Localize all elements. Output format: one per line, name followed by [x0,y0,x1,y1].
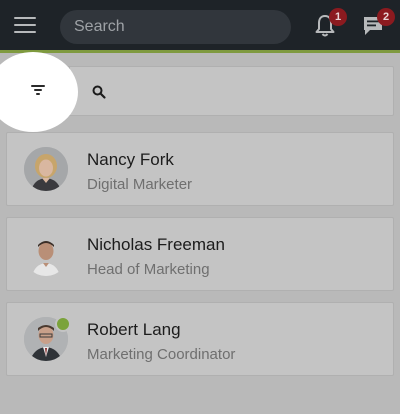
messages-button[interactable]: 2 [361,8,395,42]
filter-icon [31,85,45,95]
filter-button[interactable] [0,52,78,132]
contact-name: Robert Lang [87,320,181,339]
contact-card[interactable]: Robert Lang Marketing Coordinator [6,302,394,376]
contact-title: Head of Marketing [87,261,210,278]
messages-count-badge: 2 [377,8,395,26]
avatar [24,147,68,191]
contact-title: Digital Marketer [87,176,193,193]
notifications-button[interactable]: 1 [313,8,347,42]
avatar [24,232,68,276]
contact-card[interactable]: Nancy Fork Digital Marketer [6,132,394,206]
notifications-count-badge: 1 [329,8,347,26]
top-bar: 1 2 [0,0,400,53]
search-input[interactable] [60,10,291,44]
search-icon [92,85,106,99]
contact-name: Nicholas Freeman [87,235,225,254]
hamburger-menu-icon[interactable] [14,16,36,34]
online-status-indicator [55,316,71,332]
contact-title: Marketing Coordinator [87,346,236,363]
contact-search-input[interactable] [115,75,379,109]
contact-name: Nancy Fork [87,150,174,169]
contact-card[interactable]: Nicholas Freeman Head of Marketing [6,217,394,291]
